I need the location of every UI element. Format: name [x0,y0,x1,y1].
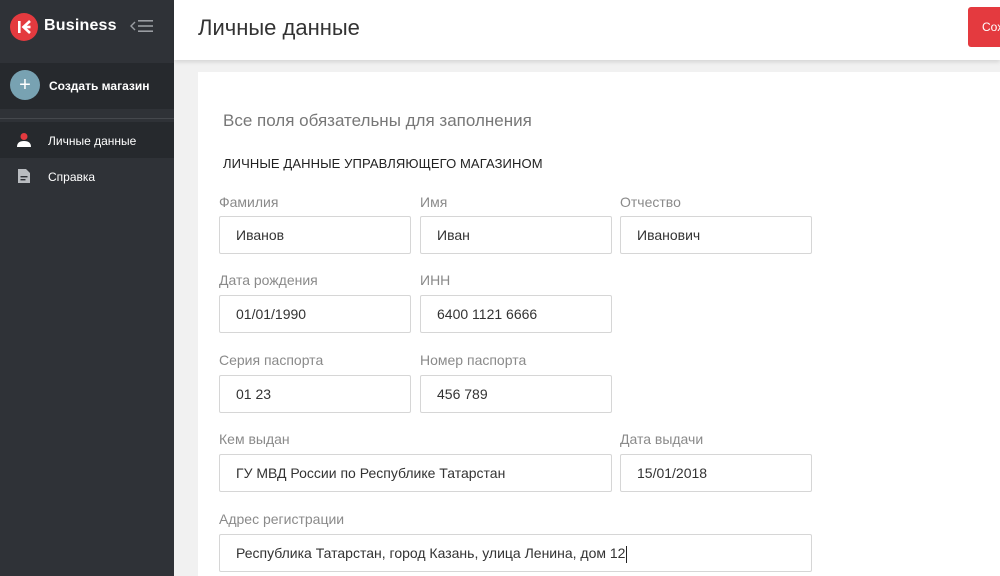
create-store-label: Создать магазин [49,79,150,93]
brand-name: Business [44,17,117,34]
page-title: Личные данные [198,15,360,40]
sidebar-item-label: Личные данные [48,134,137,148]
section-title: ЛИЧНЫЕ ДАННЫЕ УПРАВЛЯЮЩЕГО МАГАЗИНОМ [223,156,543,171]
middle-name-label: Отчество [620,194,681,210]
personal-data-form: Все поля обязательны для заполнения ЛИЧН… [198,72,1000,576]
address-label: Адрес регистрации [219,511,345,527]
top-bar: Личные данные Сохранить [174,0,1000,60]
inn-label: ИНН [420,272,451,288]
save-button[interactable]: Сохранить [968,7,1000,47]
birth-date-label: Дата рождения [219,272,318,288]
passport-series-input[interactable] [219,375,411,413]
sidebar: Business + Создать магазин Личные данные [0,0,174,576]
passport-number-label: Номер паспорта [420,352,527,368]
brand-logo-icon [10,13,38,41]
last-name-label: Фамилия [219,194,279,210]
address-value: Республика Татарстан, город Казань, улиц… [236,545,626,561]
first-name-input[interactable] [420,216,612,254]
create-store-button[interactable]: + Создать магазин [0,63,174,109]
text-caret [626,545,628,563]
inn-input[interactable] [420,295,612,333]
birth-date-input[interactable] [219,295,411,333]
sidebar-divider [0,118,174,119]
document-icon [16,168,32,184]
sidebar-item-label: Справка [48,170,96,184]
issue-date-label: Дата выдачи [620,431,704,447]
required-fields-hint: Все поля обязательны для заполнения [223,111,532,130]
passport-number-input[interactable] [420,375,612,413]
issued-by-label: Кем выдан [219,431,290,447]
last-name-input[interactable] [219,216,411,254]
sidebar-item-help[interactable]: Справка [0,158,174,194]
first-name-label: Имя [420,194,448,210]
sidebar-item-personal-data[interactable]: Личные данные [0,122,174,158]
user-icon [16,132,32,148]
issue-date-input[interactable] [620,454,812,492]
issued-by-input[interactable] [219,454,612,492]
collapse-menu-icon[interactable] [128,15,156,37]
passport-series-label: Серия паспорта [219,352,324,368]
middle-name-input[interactable] [620,216,812,254]
plus-icon: + [10,70,40,100]
address-input[interactable]: Республика Татарстан, город Казань, улиц… [219,534,812,572]
